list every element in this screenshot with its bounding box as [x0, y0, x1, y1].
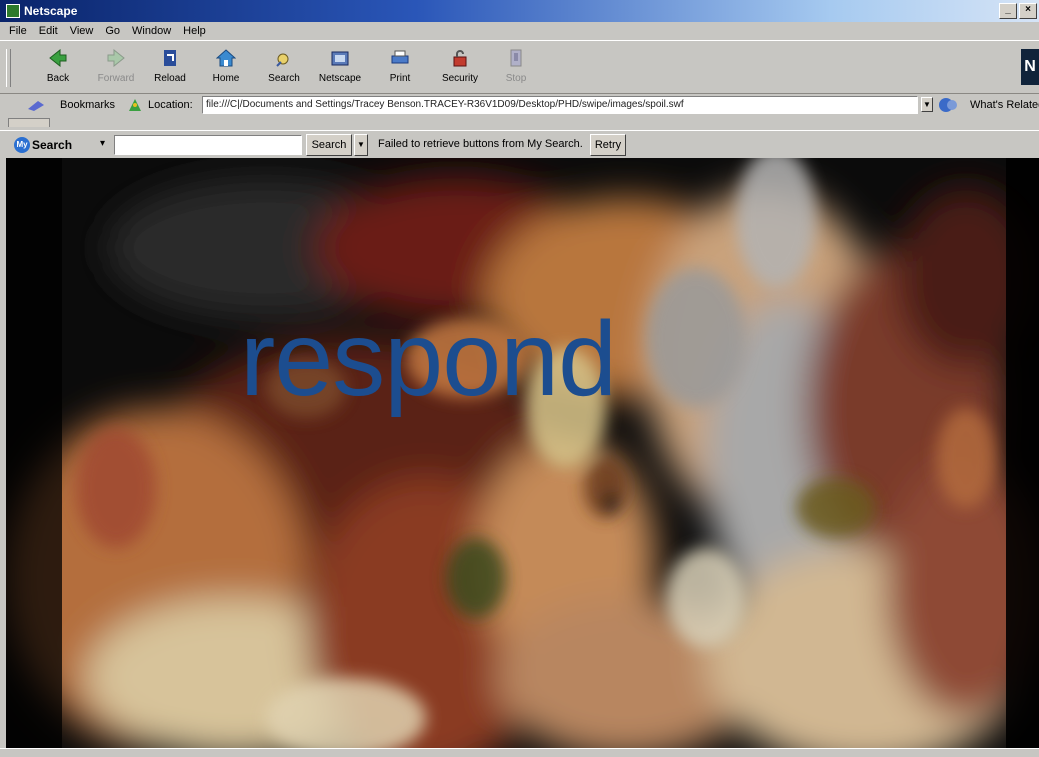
- netscape-icon: [331, 51, 349, 66]
- home-button[interactable]: Home: [198, 45, 254, 91]
- respond-text: respond: [240, 300, 617, 418]
- printer-icon: [391, 50, 409, 64]
- toolbar-tab-handle[interactable]: [8, 118, 50, 127]
- forward-arrow-icon: [107, 48, 125, 68]
- print-button[interactable]: Print: [372, 45, 428, 91]
- url-field[interactable]: file:///C|/Documents and Settings/Tracey…: [202, 96, 918, 114]
- back-label: Back: [46, 73, 70, 84]
- title-bar: Netscape _ ×: [0, 0, 1039, 22]
- location-label: Location:: [148, 99, 193, 111]
- netscape-label: Netscape: [318, 73, 362, 84]
- security-label: Security: [441, 73, 479, 84]
- reload-label: Reload: [154, 73, 186, 84]
- forward-button[interactable]: Forward: [88, 45, 144, 91]
- search-button[interactable]: Search: [256, 45, 312, 91]
- back-button[interactable]: Back: [30, 45, 86, 91]
- stop-button[interactable]: Stop: [488, 45, 544, 91]
- my-search-label[interactable]: Search: [32, 138, 72, 152]
- search-label: Search: [268, 73, 300, 84]
- home-icon: [215, 49, 237, 67]
- home-label: Home: [212, 73, 240, 84]
- toolbar-grip[interactable]: [6, 49, 11, 87]
- search-icon: [276, 53, 289, 67]
- reload-button[interactable]: Reload: [142, 45, 198, 91]
- whats-related-icon: [939, 98, 957, 112]
- window-title: Netscape: [24, 4, 78, 18]
- retry-button[interactable]: Retry: [590, 134, 626, 156]
- menu-edit[interactable]: Edit: [34, 22, 63, 40]
- menu-view[interactable]: View: [65, 22, 99, 40]
- my-search-input[interactable]: [114, 135, 302, 155]
- menu-window[interactable]: Window: [127, 22, 176, 40]
- my-search-logo-icon: My: [14, 137, 30, 153]
- search-error-message: Failed to retrieve buttons from My Searc…: [378, 138, 583, 150]
- stop-icon: [510, 49, 522, 67]
- my-search-bar: My Search ▾ Search ▼ Failed to retrieve …: [0, 130, 1039, 159]
- forward-label: Forward: [97, 73, 135, 84]
- flash-content-area[interactable]: respond: [6, 158, 1039, 748]
- location-icon: [129, 99, 141, 111]
- location-toolbar: Bookmarks Location: file:///C|/Documents…: [0, 94, 1039, 118]
- my-search-button[interactable]: Search: [306, 134, 352, 156]
- netscape-throbber-logo: N: [1021, 49, 1039, 85]
- minimize-button[interactable]: _: [999, 3, 1017, 19]
- reload-icon: [164, 50, 176, 66]
- menu-go[interactable]: Go: [100, 22, 125, 40]
- whats-related-label[interactable]: What's Related: [970, 99, 1039, 111]
- menu-file[interactable]: File: [4, 22, 32, 40]
- back-arrow-icon: [49, 48, 67, 68]
- close-button[interactable]: ×: [1019, 3, 1037, 19]
- bookmarks-label[interactable]: Bookmarks: [60, 99, 115, 111]
- netscape-button[interactable]: Netscape: [312, 45, 368, 91]
- navigation-toolbar: Back Forward Reload Home Search Netscape…: [0, 40, 1039, 94]
- abstract-background-image: [6, 158, 1039, 748]
- my-search-options-button[interactable]: ▼: [354, 134, 368, 156]
- netscape-app-icon: [6, 4, 20, 18]
- menu-bar: File Edit View Go Window Help: [0, 22, 1039, 40]
- print-label: Print: [389, 73, 411, 84]
- menu-help[interactable]: Help: [178, 22, 211, 40]
- stop-label: Stop: [505, 73, 527, 84]
- security-button[interactable]: Security: [432, 45, 488, 91]
- bookmarks-icon: [28, 101, 44, 111]
- my-search-dropdown-icon[interactable]: ▾: [100, 138, 105, 149]
- url-dropdown-button[interactable]: ▼: [921, 97, 933, 112]
- padlock-icon: [453, 50, 467, 67]
